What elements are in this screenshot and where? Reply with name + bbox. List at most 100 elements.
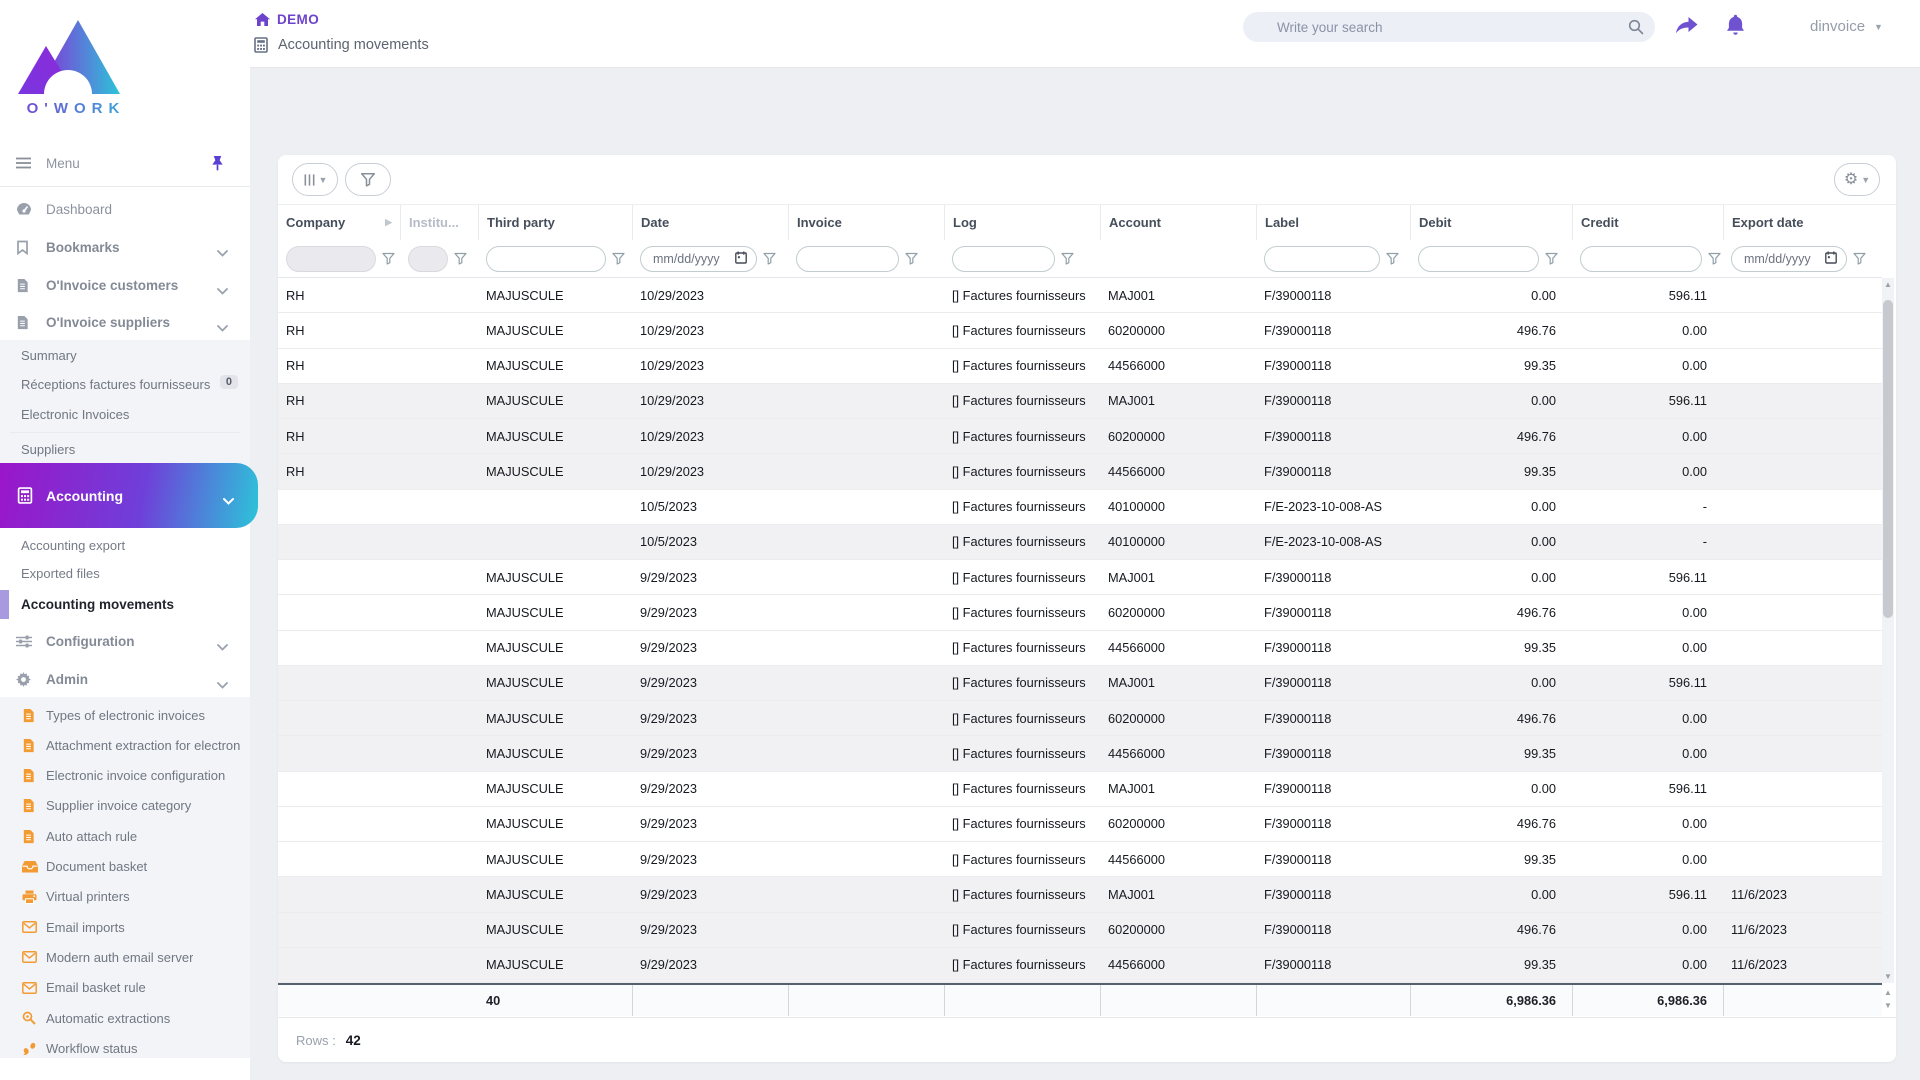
column-header-third_party[interactable]: Third party xyxy=(478,205,632,240)
column-header-company[interactable]: Company ▶ xyxy=(278,205,400,240)
scrollbar-thumb[interactable] xyxy=(1883,300,1893,618)
filter-input-invoice[interactable] xyxy=(797,246,898,271)
filter-input-third_party[interactable] xyxy=(487,246,605,271)
table-row[interactable]: RH MAJUSCULE 10/29/2023 [] Factures fournis… xyxy=(278,383,1882,419)
column-header-institution[interactable]: Institu... xyxy=(400,205,478,240)
table-row[interactable]: MAJUSCULE 9/29/2023 [] Factures fournisseu… xyxy=(278,947,1882,983)
table-row[interactable]: MAJUSCULE 9/29/2023 [] Factures fournisseu… xyxy=(278,560,1882,596)
sidebar-item-workflow-status[interactable]: Workflow status xyxy=(0,1034,250,1062)
table-row[interactable]: MAJUSCULE 9/29/2023 [] Factures fournisseu… xyxy=(278,877,1882,913)
sidebar-item-suppliers[interactable]: Suppliers xyxy=(0,435,250,463)
funnel-icon[interactable] xyxy=(1386,252,1399,265)
scroll-up-icon[interactable]: ▲ xyxy=(1882,280,1894,289)
filter-input-debit[interactable] xyxy=(1419,246,1538,271)
sidebar-item-electronic-invoices[interactable]: Electronic Invoices xyxy=(0,400,250,428)
table-row[interactable]: RH MAJUSCULE 10/29/2023 [] Factures fournis… xyxy=(278,419,1882,455)
column-header-account[interactable]: Account xyxy=(1100,205,1256,240)
funnel-icon xyxy=(360,172,376,187)
pin-icon[interactable] xyxy=(211,156,224,176)
search-icon[interactable] xyxy=(1628,19,1644,40)
table-row[interactable]: RH MAJUSCULE 10/29/2023 [] Factures fournis… xyxy=(278,278,1882,314)
grid-settings-button[interactable]: ⚙ ▼ xyxy=(1834,163,1880,196)
funnel-icon[interactable] xyxy=(763,252,776,265)
column-header-log[interactable]: Log xyxy=(944,205,1100,240)
sidebar-item-admin[interactable]: Admin xyxy=(0,664,250,694)
table-row[interactable]: MAJUSCULE 9/29/2023 [] Factures fournisseu… xyxy=(278,771,1882,807)
columns-button[interactable]: ▼ xyxy=(292,163,338,196)
funnel-icon[interactable] xyxy=(905,252,918,265)
table-row[interactable]: RH MAJUSCULE 10/29/2023 [] Factures fournis… xyxy=(278,348,1882,384)
cell-account: 60200000 xyxy=(1108,816,1165,832)
filter-input-date[interactable]: mm/dd/yyyy xyxy=(640,245,757,272)
table-row[interactable]: MAJUSCULE 9/29/2023 [] Factures fournisseu… xyxy=(278,842,1882,878)
sidebar-item-oinvoice-suppliers[interactable]: O'Invoice suppliers xyxy=(0,307,250,337)
sidebar-item-virtual-printers[interactable]: Virtual printers xyxy=(0,883,250,911)
cell-export_date xyxy=(1723,772,1882,806)
chevron-down-icon xyxy=(217,638,228,656)
vertical-scrollbar[interactable]: ▲ ▼ xyxy=(1882,278,1894,983)
brand-logo[interactable]: O'WORK xyxy=(0,0,250,130)
sidebar-item-accounting[interactable]: Accounting xyxy=(0,463,258,528)
search-input[interactable] xyxy=(1277,19,1607,35)
funnel-icon[interactable] xyxy=(454,252,467,265)
table-row[interactable]: MAJUSCULE 9/29/2023 [] Factures fournisseu… xyxy=(278,736,1882,772)
sidebar-item-exported-files[interactable]: Exported files xyxy=(0,559,250,587)
filter-input-log[interactable] xyxy=(953,246,1054,271)
sidebar-item-accounting-movements[interactable]: Accounting movements xyxy=(0,590,250,618)
table-row[interactable]: MAJUSCULE 9/29/2023 [] Factures fournisseu… xyxy=(278,806,1882,842)
filter-input-credit[interactable] xyxy=(1581,246,1701,271)
table-row[interactable]: MAJUSCULE 9/29/2023 [] Factures fournisseu… xyxy=(278,912,1882,948)
funnel-icon[interactable] xyxy=(382,252,395,265)
sidebar-item-types-of-electronic-invoices[interactable]: Types of electronic invoices xyxy=(0,701,250,729)
sidebar-item-automatic-extractions[interactable]: Automatic extractions xyxy=(0,1004,250,1032)
table-row[interactable]: RH MAJUSCULE 10/29/2023 [] Factures fournis… xyxy=(278,454,1882,490)
filter-input-export_date[interactable]: mm/dd/yyyy xyxy=(1731,245,1847,272)
filter-button[interactable] xyxy=(345,163,391,196)
scroll-down-icon[interactable]: ▼ xyxy=(1882,972,1894,981)
scroll-up-icon[interactable]: ▲ xyxy=(1882,986,1894,999)
funnel-icon[interactable] xyxy=(1545,252,1558,265)
column-header-date[interactable]: Date xyxy=(632,205,788,240)
column-header-debit[interactable]: Debit xyxy=(1410,205,1572,240)
filter-input-label[interactable] xyxy=(1265,246,1379,271)
breadcrumb-environment[interactable]: DEMO xyxy=(255,12,319,27)
sidebar-item-summary[interactable]: Summary xyxy=(0,341,250,369)
sidebar-item-document-basket[interactable]: Document basket xyxy=(0,853,250,881)
column-header-label[interactable]: Label xyxy=(1256,205,1410,240)
funnel-icon[interactable] xyxy=(1708,252,1721,265)
funnel-icon[interactable] xyxy=(1061,252,1074,265)
table-row[interactable]: MAJUSCULE 9/29/2023 [] Factures fournisseu… xyxy=(278,630,1882,666)
table-row[interactable]: 10/5/2023 [] Factures fournisseurs 4010000… xyxy=(278,489,1882,525)
notifications-bell-icon[interactable] xyxy=(1725,13,1746,42)
table-row[interactable]: 10/5/2023 [] Factures fournisseurs 4010000… xyxy=(278,524,1882,560)
column-header-credit[interactable]: Credit xyxy=(1572,205,1723,240)
funnel-icon[interactable] xyxy=(1853,252,1866,265)
user-menu[interactable]: dinvoice ▼ xyxy=(1810,18,1883,35)
cell-label: F/39000118 xyxy=(1264,675,1332,691)
table-row[interactable]: MAJUSCULE 9/29/2023 [] Factures fournisseu… xyxy=(278,665,1882,701)
sidebar-item-configuration[interactable]: Configuration xyxy=(0,626,250,656)
column-header-invoice[interactable]: Invoice xyxy=(788,205,944,240)
sidebar-item-auto-attach-rule[interactable]: Auto attach rule xyxy=(0,822,250,850)
share-icon[interactable] xyxy=(1674,17,1699,42)
sidebar-item-attachment-extraction-for-electron[interactable]: Attachment extraction for electron xyxy=(0,731,250,759)
sidebar-item-dashboard[interactable]: Dashboard xyxy=(0,194,250,224)
cell-date: 9/29/2023 xyxy=(640,710,697,726)
table-row[interactable]: RH MAJUSCULE 10/29/2023 [] Factures fournis… xyxy=(278,313,1882,349)
sidebar-item-bookmarks[interactable]: Bookmarks xyxy=(0,232,250,262)
table-row[interactable]: MAJUSCULE 9/29/2023 [] Factures fournisseu… xyxy=(278,595,1882,631)
sidebar-item-electronic-invoice-configuration[interactable]: Electronic invoice configuration xyxy=(0,762,250,790)
sidebar-item-modern-auth-email-server[interactable]: Modern auth email server xyxy=(0,943,250,971)
column-header-export_date[interactable]: Export date xyxy=(1723,205,1882,240)
sidebar-item-supplier-invoice-category[interactable]: Supplier invoice category xyxy=(0,792,250,820)
scroll-down-icon[interactable]: ▼ xyxy=(1882,999,1894,1012)
sidebar-item-email-imports[interactable]: Email imports xyxy=(0,913,250,941)
calendar-icon[interactable] xyxy=(1825,251,1837,267)
funnel-icon[interactable] xyxy=(612,252,625,265)
table-row[interactable]: MAJUSCULE 9/29/2023 [] Factures fournisseu… xyxy=(278,701,1882,737)
sidebar-item-accounting-export[interactable]: Accounting export xyxy=(0,531,250,559)
calendar-icon[interactable] xyxy=(735,251,747,267)
sidebar-item-oinvoice-customers[interactable]: O'Invoice customers xyxy=(0,270,250,300)
sidebar-item-receptions[interactable]: Réceptions factures fournisseurs 0 xyxy=(0,370,250,398)
sidebar-item-email-basket-rule[interactable]: Email basket rule xyxy=(0,974,250,1002)
